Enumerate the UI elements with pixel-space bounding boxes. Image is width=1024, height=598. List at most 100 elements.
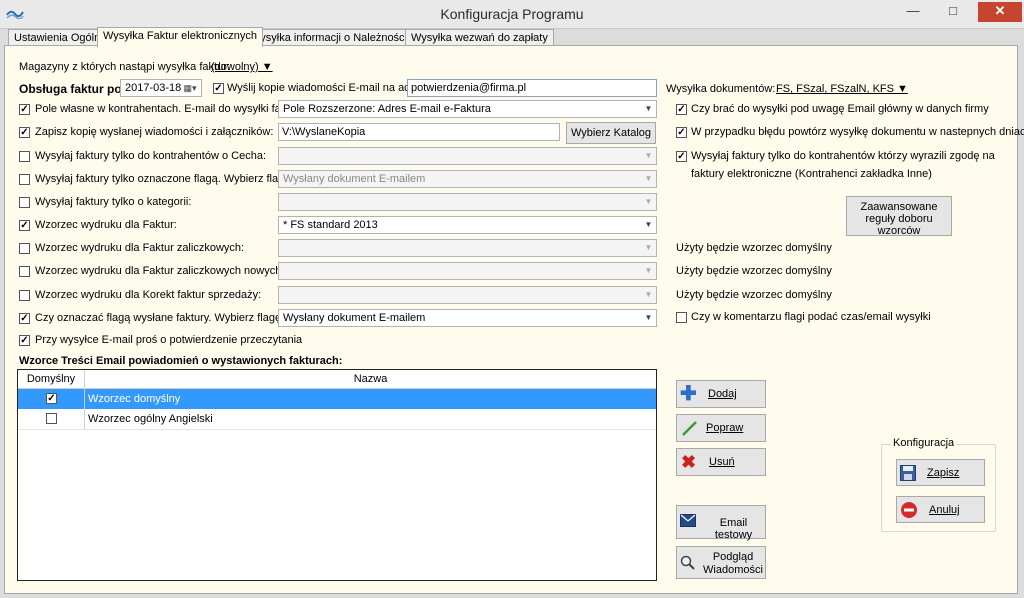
- advance-template-label: Wzorzec wydruku dla Faktur zaliczkowych:: [35, 242, 245, 254]
- chevron-down-icon[interactable]: ▼: [641, 310, 656, 326]
- default-template-note: Użyty będzie wzorzec domyślny: [676, 242, 832, 254]
- add-button[interactable]: ✚ Dodaj: [676, 380, 766, 408]
- edit-button[interactable]: Popraw: [676, 414, 766, 442]
- custom-field-checkbox[interactable]: ✓: [19, 104, 30, 115]
- cancel-button-label: Anuluj: [929, 504, 960, 516]
- invoice-template-label: Wzorzec wydruku dla Faktur:: [35, 219, 177, 231]
- doc-types-select[interactable]: FS, FSzal, FSzalN, KFS ▼: [776, 83, 908, 95]
- add-button-label: Dodaj: [708, 388, 737, 400]
- default-checkbox[interactable]: [46, 413, 57, 424]
- select-value: Wysłany dokument E-mailem: [283, 173, 426, 185]
- correction-template-checkbox[interactable]: [19, 290, 30, 301]
- advance-template-checkbox[interactable]: [19, 243, 30, 254]
- maximize-button[interactable]: □: [938, 2, 968, 22]
- warehouses-label: Magazyny z których nastąpi wysyłka faktu…: [19, 61, 230, 73]
- window-title: Konfiguracja Programu: [440, 6, 584, 22]
- new-advance-template-checkbox[interactable]: [19, 266, 30, 277]
- consent-checkbox[interactable]: ✓: [676, 151, 687, 162]
- tab-e-invoices[interactable]: Wysyłka Faktur elektronicznych: [97, 27, 263, 47]
- main-email-label: Czy brać do wysyłki pod uwagę Email głów…: [691, 103, 989, 115]
- delete-button-label: Usuń: [709, 456, 735, 468]
- main-email-checkbox[interactable]: ✓: [676, 104, 687, 115]
- magnifier-icon: [680, 555, 696, 574]
- grid-header: Domyślny Nazwa: [18, 370, 656, 389]
- delete-button[interactable]: ✖ Usuń: [676, 448, 766, 476]
- comment-flag-label: Czy w komentarzu flagi podać czas/email …: [691, 311, 931, 323]
- calendar-icon[interactable]: ▦▾: [179, 80, 201, 96]
- send-copy-label: Wyślij kopie wiadomości E-mail na adres:: [227, 82, 429, 94]
- select-value: Wysłany dokument E-mailem: [283, 312, 426, 324]
- invoice-template-checkbox[interactable]: ✓: [19, 220, 30, 231]
- select-value: * FS standard 2013: [283, 219, 378, 231]
- new-advance-template-select: ▼: [278, 262, 657, 280]
- preview-label-line1: Podgląd: [712, 551, 754, 563]
- invoices-from-date-picker[interactable]: 2017-03-18 ▦▾: [120, 79, 202, 97]
- default-template-note: Użyty będzie wzorzec domyślny: [676, 289, 832, 301]
- minimize-button[interactable]: —: [898, 2, 928, 22]
- chevron-down-icon[interactable]: ▼: [641, 101, 656, 117]
- test-email-button[interactable]: Email testowy: [676, 505, 766, 541]
- category-filter-select: ▼: [278, 193, 657, 211]
- template-name: Wzorzec ogólny Angielski: [88, 413, 213, 425]
- warehouses-select[interactable]: (dowolny) ▼: [211, 61, 273, 73]
- custom-field-label: Pole własne w kontrahentach. E-mail do w…: [35, 103, 303, 115]
- invoice-template-select[interactable]: * FS standard 2013 ▼: [278, 216, 657, 234]
- send-copy-checkbox[interactable]: ✓: [213, 83, 224, 94]
- flag-filter-label: Wysyłaj faktury tylko oznaczone flagą. W…: [35, 173, 294, 185]
- plus-icon: ✚: [680, 383, 697, 405]
- chevron-down-icon[interactable]: ▼: [641, 217, 656, 233]
- flag-filter-checkbox[interactable]: [19, 174, 30, 185]
- close-button[interactable]: ✕: [978, 2, 1022, 22]
- chevron-down-icon: ▼: [644, 290, 653, 299]
- default-checkbox[interactable]: ✓: [46, 393, 57, 404]
- no-entry-icon: [900, 501, 918, 522]
- correction-template-select: ▼: [278, 286, 657, 304]
- consent-label-line2: faktury elektroniczne (Kontrahenci zakła…: [691, 168, 932, 180]
- read-receipt-checkbox[interactable]: ✓: [19, 335, 30, 346]
- template-name: Wzorzec domyślny: [88, 393, 181, 405]
- feature-filter-select: ▼: [278, 147, 657, 165]
- custom-field-select[interactable]: Pole Rozszerzone: Adres E-mail e-Faktura…: [278, 100, 657, 118]
- feature-filter-checkbox[interactable]: [19, 151, 30, 162]
- mark-flag-checkbox[interactable]: ✓: [19, 313, 30, 324]
- consent-label: Wysyłaj faktury tylko do kontrahentów kt…: [691, 150, 995, 162]
- chevron-down-icon: ▼: [644, 151, 653, 160]
- invoices-from-label: Obsługa faktur po:: [19, 82, 126, 96]
- template-row[interactable]: ✓ Wzorzec domyślny: [18, 389, 656, 409]
- chevron-down-icon: ▼: [644, 266, 653, 275]
- retry-label: W przypadku błędu powtórz wysyłkę dokume…: [691, 126, 1024, 138]
- save-copy-path-input[interactable]: V:\WyslaneKopia: [278, 123, 560, 141]
- save-copy-checkbox[interactable]: ✓: [19, 127, 30, 138]
- save-copy-label: Zapisz kopię wysłanej wiadomości i załąc…: [35, 126, 274, 138]
- preview-button[interactable]: Podgląd Wiadomości: [676, 546, 766, 579]
- envelope-icon: [680, 514, 696, 531]
- category-filter-label: Wysyłaj faktury tylko o kategorii:: [35, 196, 192, 208]
- edit-button-label: Popraw: [706, 422, 744, 434]
- column-header-default[interactable]: Domyślny: [18, 370, 85, 388]
- comment-flag-checkbox[interactable]: [676, 312, 687, 323]
- pencil-icon: [681, 419, 699, 440]
- floppy-icon: [900, 465, 916, 484]
- config-group-title: Konfiguracja: [891, 437, 957, 449]
- chevron-down-icon: ▼: [644, 243, 653, 252]
- choose-folder-button[interactable]: Wybierz Katalog: [566, 122, 656, 144]
- flag-filter-select: Wysłany dokument E-mailem ▼: [278, 170, 657, 188]
- mark-flag-select[interactable]: Wysłany dokument E-mailem ▼: [278, 309, 657, 327]
- tab-receivables[interactable]: Wysyłka informacji o Należnościach: [244, 29, 431, 46]
- send-copy-email-input[interactable]: potwierdzenia@firma.pl: [407, 79, 657, 97]
- templates-section-title: Wzorce Treści Email powiadomień o wystaw…: [19, 355, 343, 367]
- template-row[interactable]: Wzorzec ogólny Angielski: [18, 409, 656, 430]
- retry-checkbox[interactable]: ✓: [676, 127, 687, 138]
- save-button[interactable]: Zapisz: [896, 459, 985, 486]
- mark-flag-label: Czy oznaczać flagą wysłane faktury. Wybi…: [35, 312, 285, 324]
- chevron-down-icon: ▼: [644, 174, 653, 183]
- tab-payment-reminders[interactable]: Wysyłka wezwań do zapłaty: [405, 29, 554, 46]
- date-value: 2017-03-18: [125, 82, 182, 94]
- column-header-name[interactable]: Nazwa: [85, 370, 656, 388]
- category-filter-checkbox[interactable]: [19, 197, 30, 208]
- cancel-button[interactable]: Anuluj: [896, 496, 985, 523]
- advanced-rules-button[interactable]: Zaawansowane reguły doboru wzorców: [846, 196, 952, 237]
- advance-template-select: ▼: [278, 239, 657, 257]
- default-template-note: Użyty będzie wzorzec domyślny: [676, 265, 832, 277]
- feature-filter-label: Wysyłaj faktury tylko do kontrahentów o …: [35, 150, 267, 162]
